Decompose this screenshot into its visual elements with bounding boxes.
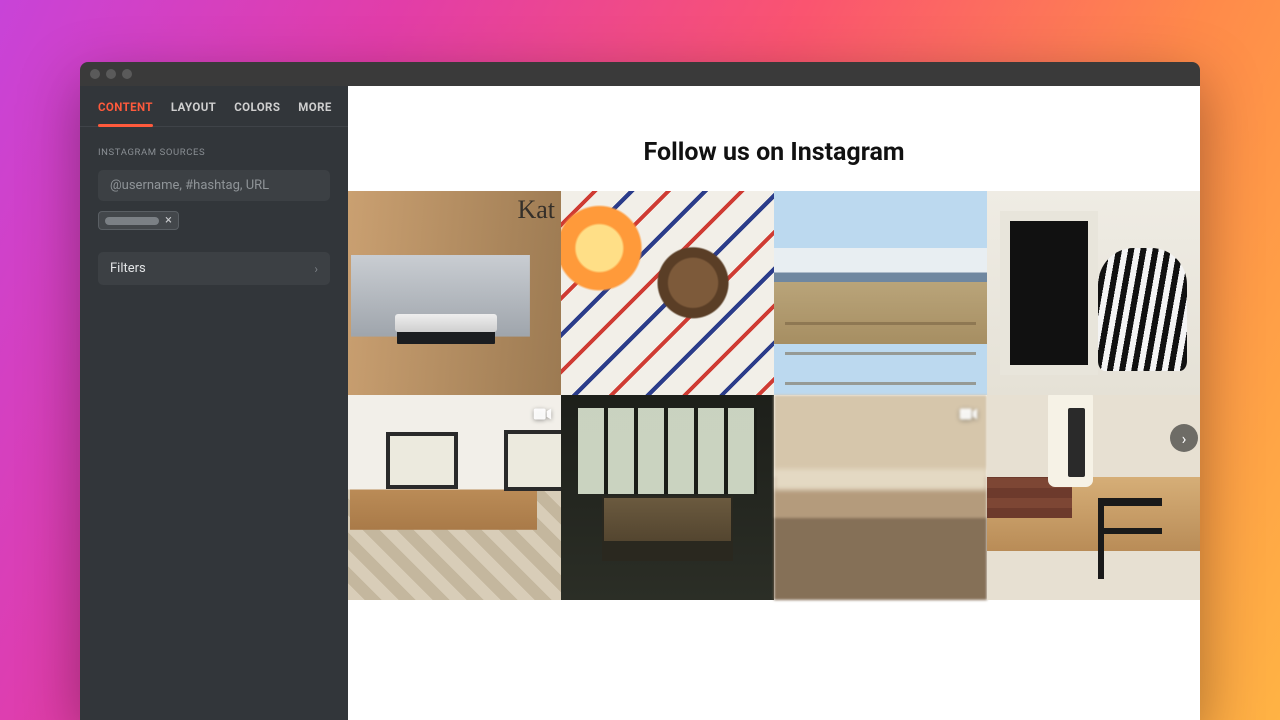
tab-colors[interactable]: COLORS [234, 100, 280, 126]
filters-label: Filters [110, 261, 146, 276]
filters-row[interactable]: Filters › [98, 252, 330, 285]
carousel-next-button[interactable]: › [1170, 424, 1198, 452]
settings-tabs: CONTENT LAYOUT COLORS MORE [80, 86, 348, 127]
preview-pane: Follow us on Instagram [348, 86, 1200, 720]
feed-item-8[interactable] [987, 395, 1200, 599]
chevron-right-icon: › [314, 262, 318, 276]
feed-item-7[interactable] [774, 395, 987, 599]
video-icon [957, 403, 979, 425]
source-chip-label [105, 217, 159, 225]
tab-content[interactable]: CONTENT [98, 100, 153, 126]
app-body: CONTENT LAYOUT COLORS MORE INSTAGRAM SOU… [80, 86, 1200, 720]
tab-more[interactable]: MORE [298, 100, 331, 126]
app-window: CONTENT LAYOUT COLORS MORE INSTAGRAM SOU… [80, 62, 1200, 720]
video-icon [531, 403, 553, 425]
feed-item-3[interactable] [774, 191, 987, 395]
source-chip[interactable]: × [98, 211, 179, 230]
feed-item-2[interactable] [561, 191, 774, 395]
feed-item-4[interactable] [987, 191, 1200, 395]
feed-grid [348, 191, 1200, 600]
tab-layout[interactable]: LAYOUT [171, 100, 216, 126]
feed-item-5[interactable] [348, 395, 561, 599]
feed-heading: Follow us on Instagram [348, 138, 1200, 167]
window-titlebar [80, 62, 1200, 86]
window-zoom-dot[interactable] [122, 69, 132, 79]
feed-item-1[interactable] [348, 191, 561, 395]
feed-item-6[interactable] [561, 395, 774, 599]
settings-sidebar: CONTENT LAYOUT COLORS MORE INSTAGRAM SOU… [80, 86, 348, 720]
source-chip-row: × [80, 211, 348, 244]
window-minimize-dot[interactable] [106, 69, 116, 79]
chevron-right-icon: › [1182, 429, 1187, 448]
window-close-dot[interactable] [90, 69, 100, 79]
source-input[interactable]: @username, #hashtag, URL [98, 170, 330, 201]
sources-section-label: INSTAGRAM SOURCES [80, 127, 348, 166]
close-icon[interactable]: × [165, 214, 172, 227]
